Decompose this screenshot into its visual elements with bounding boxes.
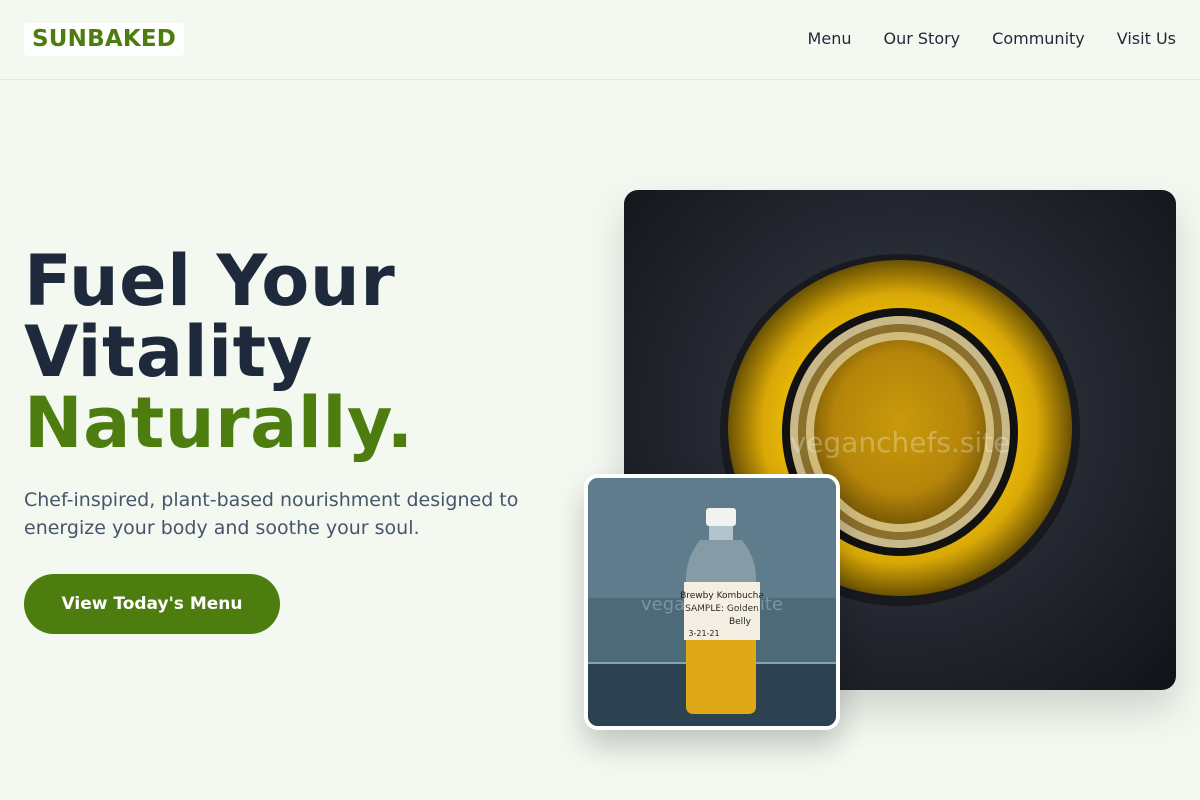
hero-title-accent: Naturally. bbox=[24, 382, 414, 464]
hero-image-secondary: Brewby Kombucha SAMPLE: Golden Belly 3-2… bbox=[584, 474, 840, 730]
hero-title-line-1: Fuel Your bbox=[24, 240, 396, 322]
hero-title: Fuel Your Vitality Naturally. bbox=[24, 246, 584, 459]
hero-subtitle: Chef-inspired, plant-based nourishment d… bbox=[24, 489, 519, 539]
bottle-label-line-4: 3-21-21 bbox=[688, 629, 719, 638]
bottle-label-line-3: Belly bbox=[729, 617, 752, 627]
nav-link-menu[interactable]: Menu bbox=[808, 29, 852, 49]
small-image-watermark: veganchefs.site bbox=[641, 594, 783, 615]
hero-title-line-2: Vitality bbox=[24, 311, 313, 393]
nav-link-community[interactable]: Community bbox=[992, 29, 1085, 49]
brand-logo[interactable]: SUNBAKED bbox=[24, 23, 185, 56]
site-header: SUNBAKED Menu Our Story Community Visit … bbox=[0, 0, 1200, 80]
nav-link-our-story[interactable]: Our Story bbox=[883, 29, 960, 49]
view-menu-button[interactable]: View Today's Menu bbox=[24, 574, 280, 634]
kombucha-bottle-illustration: Brewby Kombucha SAMPLE: Golden Belly 3-2… bbox=[588, 478, 836, 726]
main-nav: Menu Our Story Community Visit Us bbox=[808, 29, 1176, 49]
nav-link-visit-us[interactable]: Visit Us bbox=[1117, 29, 1176, 49]
main-image-watermark: veganchefs.site bbox=[790, 426, 1011, 459]
